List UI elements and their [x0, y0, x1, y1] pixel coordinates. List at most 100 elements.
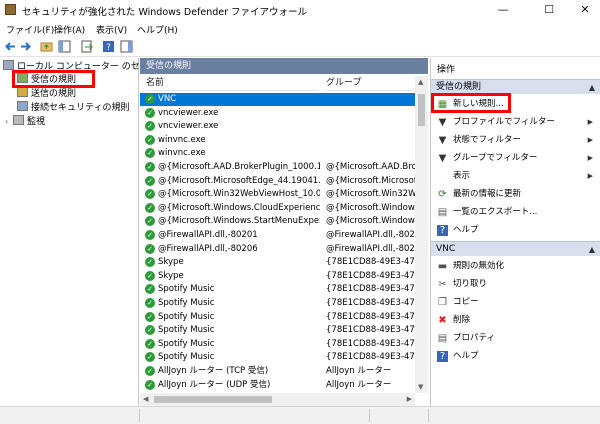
- collapse-caret-icon[interactable]: ▲: [589, 80, 595, 95]
- action-item[interactable]: ▬ 規則の無効化: [431, 257, 600, 275]
- table-row[interactable]: ✓@{Microsoft.Win32WebViewHost_10.0.19...…: [140, 188, 416, 201]
- action-label: 最新の情報に更新: [453, 189, 522, 199]
- action-item[interactable]: ? ヘルプ: [431, 347, 600, 365]
- table-row[interactable]: ✓ AllJoyn ルーター (TCP 受信) AllJoyn ルーター: [140, 365, 416, 378]
- action-item[interactable]: ✂ 切り取り: [431, 275, 600, 293]
- folder-up-icon[interactable]: [40, 40, 53, 53]
- table-row[interactable]: ✓Spotify Music {78E1CD88-49E3-476E-B: [140, 324, 416, 337]
- table-row[interactable]: ✓@{Microsoft.AAD.BrokerPlugin_1000.190..…: [140, 161, 416, 174]
- table-row[interactable]: ✓Skype {78E1CD88-49E3-476E-B: [140, 256, 416, 269]
- menu-help[interactable]: ヘルプ(H): [137, 23, 178, 36]
- scroll-left-icon[interactable]: ◀: [143, 395, 148, 403]
- table-row[interactable]: ✓ vncviewer.exe: [140, 120, 416, 133]
- vertical-scroll-thumb[interactable]: [418, 94, 425, 126]
- table-row[interactable]: ✓ AllJoyn ルーター (UDP 受信) AllJoyn ルーター: [140, 379, 416, 392]
- horizontal-scrollbar[interactable]: ◀ ▶: [140, 393, 415, 406]
- export-list-icon[interactable]: [80, 40, 93, 53]
- minimize-button[interactable]: —: [488, 2, 518, 18]
- table-row[interactable]: ✓ @FirewallAPI.dll,-80206 @FirewallAPI.dll…: [140, 243, 416, 256]
- table-row[interactable]: ✓ VNC: [140, 93, 416, 106]
- menu-action[interactable]: 操作(A): [54, 23, 85, 36]
- vertical-scrollbar[interactable]: ▲ ▼: [415, 76, 428, 393]
- action-item[interactable]: ❐ コピー: [431, 293, 600, 311]
- collapse-caret-icon[interactable]: ▲: [589, 242, 595, 257]
- action-label: 削除: [453, 315, 471, 325]
- table-row[interactable]: ✓ vncviewer.exe: [140, 107, 416, 120]
- expand-chevron-icon[interactable]: ›: [5, 115, 13, 128]
- table-row[interactable]: ✓Spotify Music {78E1CD88-49E3-476E-B: [140, 283, 416, 296]
- table-row[interactable]: ✓@{Microsoft.Windows.StartMenuExperie...…: [140, 215, 416, 228]
- rule-group: {78E1CD88-49E3-476E-B: [326, 270, 416, 281]
- action-section-vnc[interactable]: VNC ▲: [431, 241, 600, 256]
- action-item[interactable]: ✖ 削除: [431, 311, 600, 329]
- action-item[interactable]: ▼ 状態でフィルター ▶: [431, 131, 600, 149]
- enabled-check-icon: ✓: [145, 189, 155, 200]
- action-label: 切り取り: [453, 279, 488, 289]
- rule-group: AllJoyn ルーター: [326, 379, 392, 390]
- scroll-right-icon[interactable]: ▶: [407, 395, 412, 403]
- table-row[interactable]: ✓ winvnc.exe: [140, 147, 416, 160]
- rule-group: @{Microsoft.Win32We: [326, 189, 416, 200]
- enabled-check-icon: ✓: [145, 311, 155, 322]
- action-label: 状態でフィルター: [453, 135, 521, 145]
- tree-item-label: 監視: [27, 117, 46, 127]
- enabled-check-icon: ✓: [145, 379, 155, 390]
- table-row[interactable]: ✓Spotify Music {78E1CD88-49E3-476E-B: [140, 351, 416, 364]
- forward-arrow-icon[interactable]: [19, 40, 32, 53]
- horizontal-scroll-thumb[interactable]: [154, 396, 272, 403]
- action-item[interactable]: ▤ 一覧のエクスポート...: [431, 203, 600, 221]
- table-row[interactable]: ✓ winvnc.exe: [140, 134, 416, 147]
- action-item[interactable]: ▼ プロファイルでフィルター ▶: [431, 113, 600, 131]
- menu-view[interactable]: 表示(V): [96, 23, 127, 36]
- status-divider: [139, 409, 140, 422]
- action-item[interactable]: ▤ プロパティ: [431, 329, 600, 347]
- help-icon[interactable]: ?: [102, 40, 115, 53]
- table-row[interactable]: ✓Spotify Music {78E1CD88-49E3-476E-B: [140, 297, 416, 310]
- table-row[interactable]: ✓Skype {78E1CD88-49E3-476E-B: [140, 270, 416, 283]
- close-button[interactable]: ✕: [570, 2, 600, 18]
- action-item[interactable]: ? ヘルプ: [431, 221, 600, 239]
- rule-group: @{Microsoft.AAD.Broke: [326, 162, 416, 172]
- column-header-group[interactable]: グループ: [326, 76, 415, 91]
- enabled-check-icon: ✓: [145, 230, 155, 240]
- rule-group: {78E1CD88-49E3-476E-B: [326, 284, 416, 295]
- action-item[interactable]: ▼ グループでフィルター ▶: [431, 149, 600, 167]
- rule-group: @{Microsoft.Windows.S: [326, 216, 416, 227]
- table-row[interactable]: ✓Spotify Music {78E1CD88-49E3-476E-B: [140, 338, 416, 351]
- delete-icon: ✖: [438, 315, 447, 326]
- rule-name: Skype: [158, 270, 184, 281]
- tree-item-outbound-rules[interactable]: 送信の規則: [17, 87, 76, 100]
- rule-name: @FirewallAPI.dll,-80201: [158, 230, 258, 240]
- tree-item-monitoring[interactable]: › 監視: [5, 115, 45, 128]
- show-hide-action-pane-icon[interactable]: [120, 40, 133, 53]
- action-item[interactable]: 表示 ▶: [431, 167, 600, 185]
- scroll-up-icon[interactable]: ▲: [418, 78, 423, 86]
- action-label: コピー: [453, 297, 479, 307]
- table-row[interactable]: ✓ @FirewallAPI.dll,-80201 @FirewallAPI.dll…: [140, 229, 416, 242]
- rule-name: Spotify Music: [158, 298, 215, 308]
- action-section-inbound-rules[interactable]: 受信の規則 ▲: [431, 79, 600, 94]
- column-header-name[interactable]: 名前: [146, 76, 318, 91]
- back-arrow-icon[interactable]: [4, 40, 17, 53]
- rule-name: Spotify Music: [158, 352, 215, 363]
- table-row[interactable]: ✓ @{Microsoft.Windows.CloudExperience... @…: [140, 202, 416, 215]
- action-item[interactable]: ⟳ 最新の情報に更新: [431, 185, 600, 203]
- menu-file[interactable]: ファイル(F): [6, 23, 54, 36]
- filter-icon: ▼: [438, 153, 447, 164]
- table-row[interactable]: ✓@{Microsoft.MicrosoftEdge_44.19041.1.0.…: [140, 175, 416, 188]
- navigation-tree: ローカル コンピューター のセキュリティ 受信の規則 送信の規則 接続セキュリテ…: [0, 58, 184, 406]
- scroll-down-icon[interactable]: ▼: [418, 383, 423, 391]
- tree-item-connection-security[interactable]: 接続セキュリティの規則: [17, 101, 129, 114]
- rules-list-pane: 受信の規則 名前 グループ ✓ VNC ✓ vncviewer.exe ✓ vncview…: [140, 58, 428, 406]
- rule-name: @{Microsoft.Windows.CloudExperience...: [158, 202, 320, 213]
- rule-name: Spotify Music: [158, 325, 215, 336]
- refresh-icon: ⟳: [438, 189, 447, 200]
- action-label: ヘルプ: [453, 351, 479, 361]
- action-pane-title: 操作: [437, 65, 456, 75]
- table-row[interactable]: ✓Spotify Music {78E1CD88-49E3-476E-B: [140, 311, 416, 324]
- cut-icon: ✂: [438, 279, 447, 290]
- rule-group: {78E1CD88-49E3-476E-B: [326, 352, 416, 363]
- maximize-button[interactable]: ☐: [534, 2, 564, 18]
- show-hide-tree-icon[interactable]: [58, 40, 71, 53]
- enabled-check-icon: ✓: [145, 325, 155, 336]
